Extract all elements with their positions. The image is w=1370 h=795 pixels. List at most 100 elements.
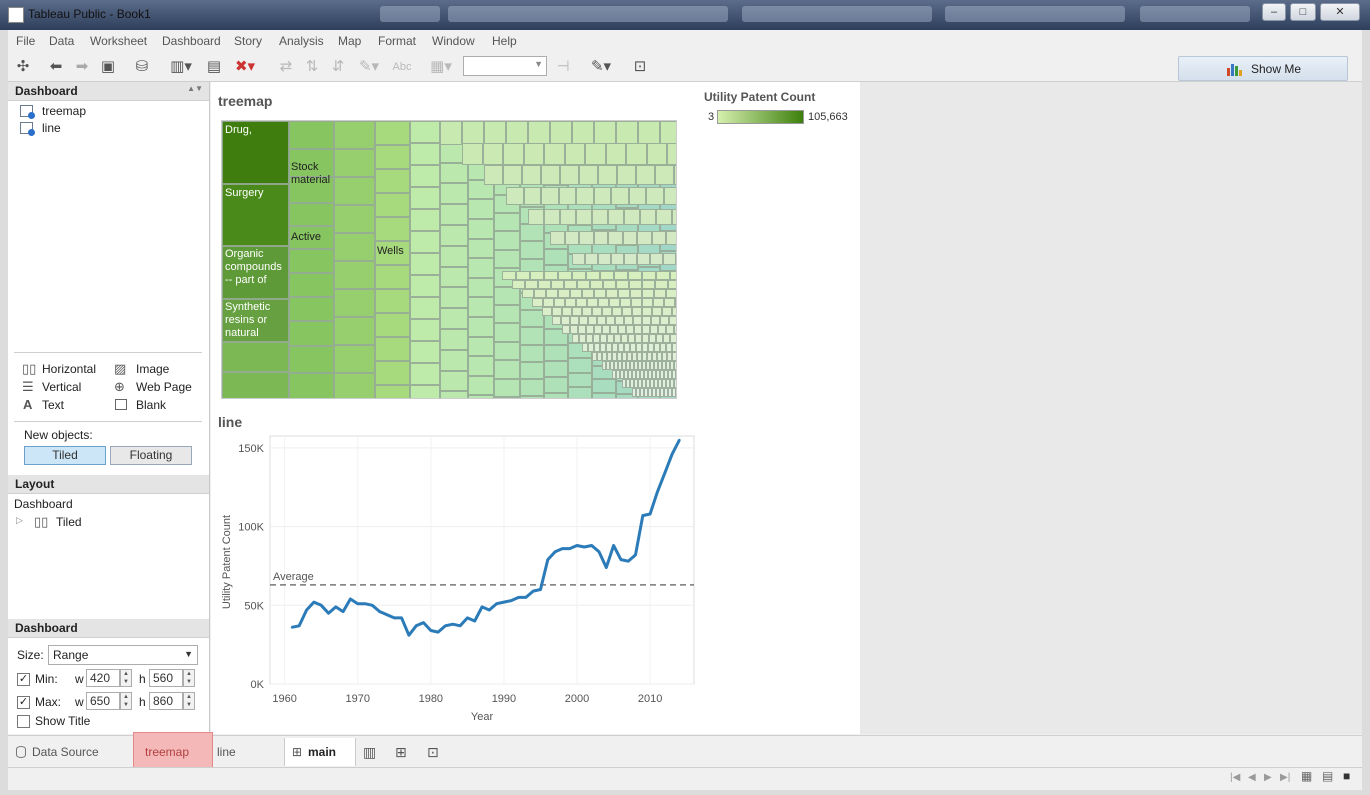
treemap-tile[interactable] [468,395,494,398]
data-point[interactable] [597,550,601,553]
treemap-tile[interactable] [522,165,541,185]
treemap-tile[interactable] [634,325,642,334]
data-point[interactable] [305,608,308,612]
data-point[interactable] [458,624,462,627]
treemap-tile[interactable] [222,342,289,372]
treemap-tile[interactable] [289,321,334,346]
treemap-tile[interactable] [568,372,592,388]
data-point[interactable] [678,438,681,442]
treemap-tile[interactable] [468,317,494,337]
treemap-tile[interactable] [494,397,520,398]
treemap-tile[interactable] [640,209,656,225]
data-point[interactable] [429,629,433,632]
treemap-tile[interactable] [494,360,520,379]
data-point[interactable] [393,616,396,620]
new-data-source-icon[interactable]: ⛁ [132,57,152,77]
data-point[interactable] [334,605,337,609]
treemap-tile[interactable] [289,297,334,321]
min-height-spinner[interactable]: ▲ ▼ [183,669,195,687]
object-blank[interactable]: Blank [114,398,204,414]
treemap-tile[interactable] [635,334,642,343]
new-dashboard-tab-icon[interactable]: ⊞ [395,738,413,766]
treemap-tile[interactable] [585,143,606,165]
treemap-tile[interactable] [551,280,564,289]
treemap-tile[interactable] [375,289,410,313]
treemap-tile[interactable] [642,271,656,280]
treemap-tile[interactable] [609,298,620,307]
treemap-tile[interactable] [594,325,602,334]
show-labels-icon[interactable]: Abc [390,57,414,77]
treemap-tile[interactable] [602,325,610,334]
treemap-tile[interactable] [637,231,652,245]
treemap-tile[interactable] [597,316,606,325]
treemap-tile[interactable] [593,231,608,245]
treemap-tile[interactable] [410,275,440,297]
data-point[interactable] [510,599,513,602]
treemap-tile[interactable] [375,265,410,289]
sheet-item-treemap[interactable]: treemap [20,104,200,120]
min-checkbox[interactable]: ✓ [17,673,30,686]
treemap-tile[interactable] [544,271,558,280]
data-point[interactable] [619,558,623,561]
treemap-tile[interactable] [375,385,410,398]
treemap-tile[interactable] [541,165,560,185]
treemap-tile[interactable] [502,271,516,280]
treemap-tile[interactable] [608,231,623,245]
treemap-tile[interactable] [503,143,524,165]
new-worksheet-tab-icon[interactable]: ▥ [363,738,381,766]
treemap-tile[interactable] [375,217,410,241]
size-dropdown[interactable]: Range ▼ [48,645,198,665]
treemap-tile[interactable] [666,325,674,334]
treemap-tile[interactable] [222,372,289,398]
treemap-tile[interactable] [375,361,410,385]
treemap-tile[interactable] [676,388,677,397]
treemap-tile[interactable] [289,373,334,398]
data-point[interactable] [641,514,645,517]
data-point[interactable] [400,616,403,620]
data-point[interactable] [627,560,630,563]
treemap-tile[interactable] [642,334,649,343]
treemap-tile[interactable] [624,253,637,265]
treemap-tile[interactable] [672,307,676,316]
treemap-tile[interactable] [577,280,590,289]
menu-data[interactable]: Data [49,34,74,48]
treemap-tile[interactable] [593,187,611,205]
data-point[interactable] [531,589,535,593]
data-point[interactable] [422,621,425,624]
treemap-tile[interactable] [624,209,640,225]
object-text[interactable]: A Text [22,397,112,414]
treemap-tile[interactable] [562,325,570,334]
treemap-tile[interactable] [600,334,607,343]
treemap-tile[interactable] [440,225,468,246]
tiled-button[interactable]: Tiled [24,446,106,465]
data-point[interactable] [378,610,381,613]
treemap-tile[interactable] [410,297,440,319]
treemap-tile[interactable] [594,289,606,298]
treemap-tile[interactable] [468,375,494,396]
treemap-tile[interactable] [564,231,579,245]
treemap-tile[interactable] [598,165,617,185]
data-point[interactable] [553,550,557,553]
treemap-tile[interactable] [462,121,484,145]
treemap-tile[interactable] [334,373,375,398]
treemap-tile[interactable] [598,298,609,307]
treemap-tile[interactable] [646,187,664,205]
new-worksheet-icon[interactable]: ▥▾ [166,57,196,77]
treemap-tile[interactable] [674,361,676,370]
data-point[interactable] [488,608,491,612]
treemap-tile[interactable] [558,289,570,298]
treemap-tile[interactable] [520,379,544,397]
treemap-tile[interactable] [468,277,494,298]
data-point[interactable] [312,600,316,604]
treemap-tile[interactable] [494,378,520,397]
data-point[interactable] [451,622,454,626]
treemap-tile[interactable] [578,325,586,334]
treemap-tile[interactable] [564,143,585,165]
treemap-tile[interactable] [410,209,440,231]
treemap-tile[interactable] [658,325,666,334]
treemap-tile[interactable] [506,121,528,145]
treemap-tile[interactable] [660,121,676,145]
treemap-tile[interactable] [468,356,494,376]
treemap-tile[interactable] [482,143,503,165]
treemap-tile[interactable] [494,323,520,342]
